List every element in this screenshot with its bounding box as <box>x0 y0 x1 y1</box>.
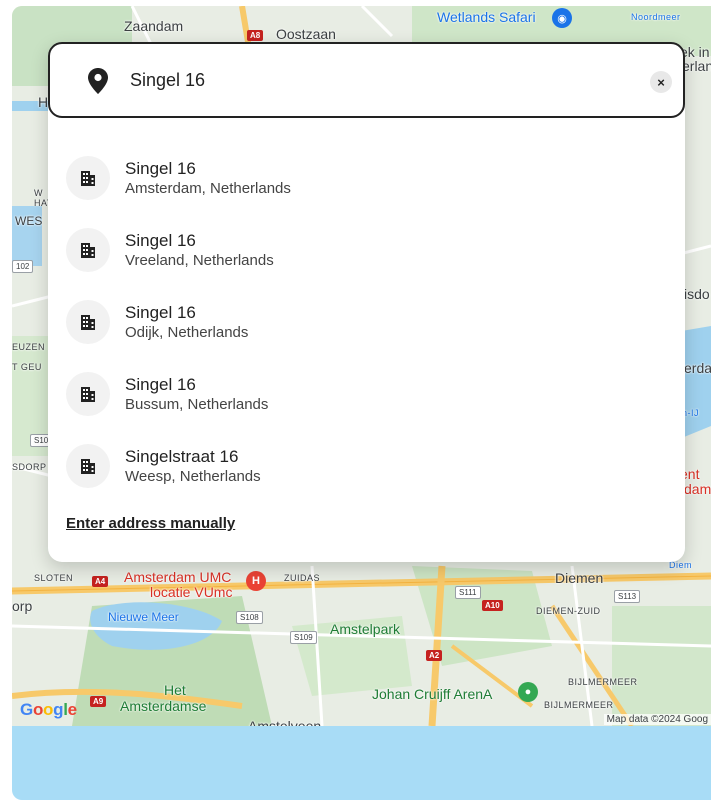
map-label-oostzaan: Oostzaan <box>276 26 336 42</box>
road-shield-s108: S108 <box>236 611 263 624</box>
building-icon <box>81 459 95 474</box>
road-shield-a8: A8 <box>247 30 264 41</box>
road-shield-a10: A10 <box>482 600 503 611</box>
close-icon: × <box>657 74 665 90</box>
map-label-wes: WES <box>15 214 43 228</box>
building-icon <box>81 315 95 330</box>
suggestion-subtitle: Bussum, Netherlands <box>125 395 269 413</box>
map-label-amsterdamse: Amsterdamse <box>120 698 207 714</box>
road-shield-a2: A2 <box>426 650 443 661</box>
road-shield-a4: A4 <box>92 576 109 587</box>
road-shield-s111: S111 <box>455 586 481 599</box>
map-label-sloten: SLOTEN <box>34 573 74 583</box>
search-input-value[interactable]: Singel 16 <box>130 70 205 91</box>
suggestion-icon-wrap <box>66 156 110 200</box>
map-label-zaandam: Zaandam <box>124 18 184 34</box>
map-label-wetlands: Wetlands Safari <box>437 9 536 25</box>
map-label-amc-2: locatie VUmc <box>150 584 233 600</box>
location-pin-icon <box>88 68 108 94</box>
suggestion-icon-wrap <box>66 300 110 344</box>
stadium-pin-icon: ● <box>518 682 538 702</box>
address-suggestions-list: Singel 16 Amsterdam, Netherlands Singel … <box>66 142 666 502</box>
suggestion-subtitle: Weesp, Netherlands <box>125 467 261 485</box>
building-icon <box>81 387 95 402</box>
suggestion-icon-wrap <box>66 372 110 416</box>
map-label-rp: orp <box>12 598 33 614</box>
google-logo: Google <box>20 700 77 719</box>
bottom-bar <box>12 726 711 800</box>
road-shield-s113: S113 <box>614 590 641 603</box>
map-label-gdorp: SDORP <box>12 462 47 472</box>
suggestion-item-0[interactable]: Singel 16 Amsterdam, Netherlands <box>66 142 666 214</box>
building-icon <box>81 243 95 258</box>
address-search-panel: Singel 16 × Singel 16 Amsterdam, Netherl… <box>48 42 685 562</box>
enter-address-manually-link[interactable]: Enter address manually <box>66 515 235 532</box>
suggestion-subtitle: Amsterdam, Netherlands <box>125 179 291 197</box>
map-label-arena: Johan Cruijff ArenA <box>372 686 493 702</box>
road-shield-102: 102 <box>12 260 34 273</box>
map-attribution[interactable]: Map data ©2024 Goog <box>603 714 711 725</box>
suggestion-icon-wrap <box>66 444 110 488</box>
map-label-euzen: EUZEN <box>12 342 46 352</box>
map-label-het: Het <box>164 682 186 698</box>
map-label-zuidas: ZUIDAS <box>284 573 321 583</box>
suggestion-title: Singel 16 <box>125 230 196 250</box>
map-label-h: H <box>38 94 49 110</box>
map-label-w: W <box>34 188 43 198</box>
camera-pin-icon: ◉ <box>552 8 572 28</box>
suggestion-item-3[interactable]: Singel 16 Bussum, Netherlands <box>66 358 666 430</box>
address-search-field[interactable]: Singel 16 × <box>48 42 685 118</box>
hospital-pin-icon: H <box>246 571 266 591</box>
suggestion-icon-wrap <box>66 228 110 272</box>
suggestion-title: Singel 16 <box>125 302 196 322</box>
suggestion-item-4[interactable]: Singelstraat 16 Weesp, Netherlands <box>66 430 666 502</box>
suggestion-item-1[interactable]: Singel 16 Vreeland, Netherlands <box>66 214 666 286</box>
suggestion-title: Singel 16 <box>125 158 196 178</box>
building-icon <box>81 171 95 186</box>
road-shield-s109: S109 <box>290 631 317 644</box>
suggestion-title: Singel 16 <box>125 374 196 394</box>
map-label-diemen-zuid: DIEMEN-ZUID <box>536 606 601 616</box>
map-label-amc: Amsterdam UMC <box>124 569 232 585</box>
map-label-diemen: Diemen <box>555 570 604 586</box>
map-label-isdo: isdo <box>684 286 710 302</box>
suggestion-subtitle: Vreeland, Netherlands <box>125 251 274 269</box>
map-label-bijlmermeer: BIJLMERMEER <box>568 677 638 687</box>
suggestion-subtitle: Odijk, Netherlands <box>125 323 249 341</box>
suggestion-title: Singelstraat 16 <box>125 446 239 466</box>
map-label-noordmeer: Noordmeer <box>631 12 681 22</box>
map-label-bijlmermeer-2: BIJLMERMEER <box>544 700 614 710</box>
clear-search-button[interactable]: × <box>650 71 672 93</box>
map-label-erlan: erlan <box>682 58 711 74</box>
map-label-nieuwe-meer: Nieuwe Meer <box>108 610 179 624</box>
map-label-amstelveen: Amstelveen <box>248 718 322 726</box>
map-label-dam: dam <box>684 481 711 497</box>
map-label-gel: T GEU <box>12 362 42 372</box>
suggestion-item-2[interactable]: Singel 16 Odijk, Netherlands <box>66 286 666 358</box>
map-label-amstelpark: Amstelpark <box>330 621 401 637</box>
road-shield-a9: A9 <box>90 696 107 707</box>
map-label-erdam: erda <box>684 360 711 376</box>
